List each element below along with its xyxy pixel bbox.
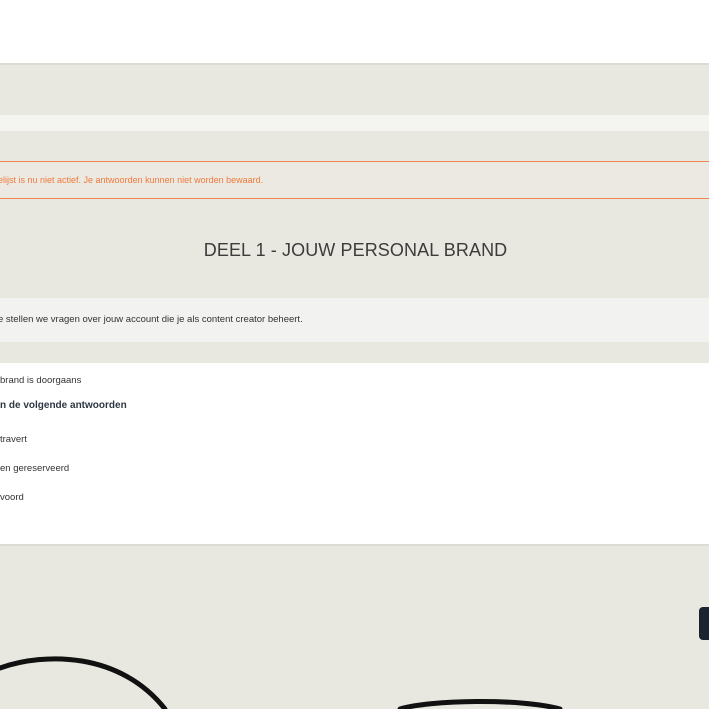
answer-option[interactable]: travert bbox=[0, 434, 27, 445]
section-title: DEEL 1 - JOUW PERSONAL BRAND bbox=[0, 240, 709, 261]
answer-option[interactable]: en gereserveerd bbox=[0, 463, 69, 474]
section-title-text: DEEL 1 - JOUW PERSONAL BRAND bbox=[203, 240, 508, 260]
info-bar bbox=[0, 115, 709, 131]
question-hint: n de volgende antwoorden bbox=[0, 400, 127, 411]
answer-option[interactable]: voord bbox=[0, 492, 24, 503]
decorative-curve-left bbox=[0, 656, 168, 709]
side-tab-button[interactable] bbox=[699, 607, 709, 640]
decorative-curve-right bbox=[397, 698, 563, 709]
inactive-warning: elijst is nu niet actief. Je antwoorden … bbox=[0, 161, 709, 199]
section-intro-text: e stellen we vragen over jouw account di… bbox=[0, 314, 303, 325]
section-intro: e stellen we vragen over jouw account di… bbox=[0, 298, 709, 342]
question-card: brand is doorgaans n de volgende antwoor… bbox=[0, 363, 709, 546]
warning-text: elijst is nu niet actief. Je antwoorden … bbox=[0, 175, 264, 185]
decorative-curves bbox=[0, 656, 563, 709]
question-text: brand is doorgaans bbox=[0, 375, 82, 386]
top-header bbox=[0, 0, 709, 65]
